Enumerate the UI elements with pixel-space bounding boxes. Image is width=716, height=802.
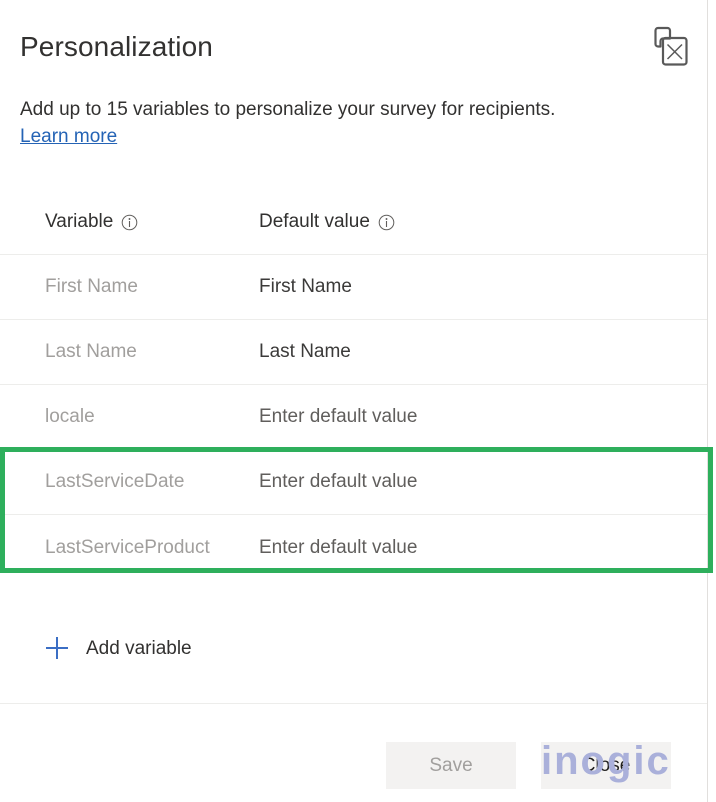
default-value-text[interactable]: Enter default value — [259, 406, 707, 428]
column-header-default-value: Default value — [257, 211, 707, 233]
variable-name-cell[interactable]: LastServiceProduct — [0, 537, 257, 559]
close-pane-button[interactable] — [648, 22, 694, 74]
default-value-cell[interactable]: First Name — [257, 276, 707, 298]
variable-name-cell[interactable]: First Name — [0, 276, 257, 298]
panel-right-border — [707, 0, 708, 802]
add-variable-button[interactable]: Add variable — [44, 627, 192, 671]
default-value-text[interactable]: Enter default value — [259, 471, 707, 493]
personalization-panel: Personalization Add up to 15 variables t… — [0, 0, 716, 802]
plus-icon — [44, 635, 70, 664]
table-row: Last Name Last Name — [0, 320, 707, 385]
learn-more-link[interactable]: Learn more — [20, 124, 117, 150]
variable-name-value[interactable]: First Name — [45, 276, 257, 298]
variables-table: Variable Default value First Name First … — [0, 190, 707, 580]
table-row: LastServiceDate Enter default value — [0, 450, 707, 515]
default-value-text[interactable]: Last Name — [259, 341, 707, 363]
close-pane-icon — [653, 26, 689, 71]
table-row: LastServiceProduct Enter default value — [0, 515, 707, 580]
default-value-cell[interactable]: Enter default value — [257, 406, 707, 428]
variable-name-value[interactable]: LastServiceProduct — [45, 537, 257, 559]
default-value-text[interactable]: First Name — [259, 276, 707, 298]
column-header-variable-label: Variable — [45, 211, 114, 232]
variable-name-value[interactable]: locale — [45, 406, 257, 428]
close-button[interactable]: Close — [541, 742, 671, 789]
default-value-text[interactable]: Enter default value — [259, 537, 707, 559]
page-title: Personalization — [20, 31, 213, 62]
default-value-cell[interactable]: Last Name — [257, 341, 707, 363]
panel-header: Personalization Add up to 15 variables t… — [0, 0, 707, 170]
table-row: First Name First Name — [0, 255, 707, 320]
table-row: locale Enter default value — [0, 385, 707, 450]
panel-subtitle: Add up to 15 variables to personalize yo… — [20, 99, 556, 120]
column-header-default-value-label: Default value — [259, 211, 370, 232]
save-button[interactable]: Save — [386, 742, 516, 789]
variable-name-cell[interactable]: LastServiceDate — [0, 471, 257, 493]
variable-name-value[interactable]: LastServiceDate — [45, 471, 257, 493]
variable-name-cell[interactable]: locale — [0, 406, 257, 428]
table-header-row: Variable Default value — [0, 190, 707, 255]
variable-name-value[interactable]: Last Name — [45, 341, 257, 363]
variable-name-cell[interactable]: Last Name — [0, 341, 257, 363]
info-icon[interactable] — [378, 214, 395, 231]
info-icon[interactable] — [121, 214, 138, 231]
default-value-cell[interactable]: Enter default value — [257, 537, 707, 559]
default-value-cell[interactable]: Enter default value — [257, 471, 707, 493]
column-header-variable: Variable — [0, 211, 257, 233]
add-variable-label: Add variable — [86, 638, 192, 659]
panel-footer: Save Close — [0, 704, 707, 802]
